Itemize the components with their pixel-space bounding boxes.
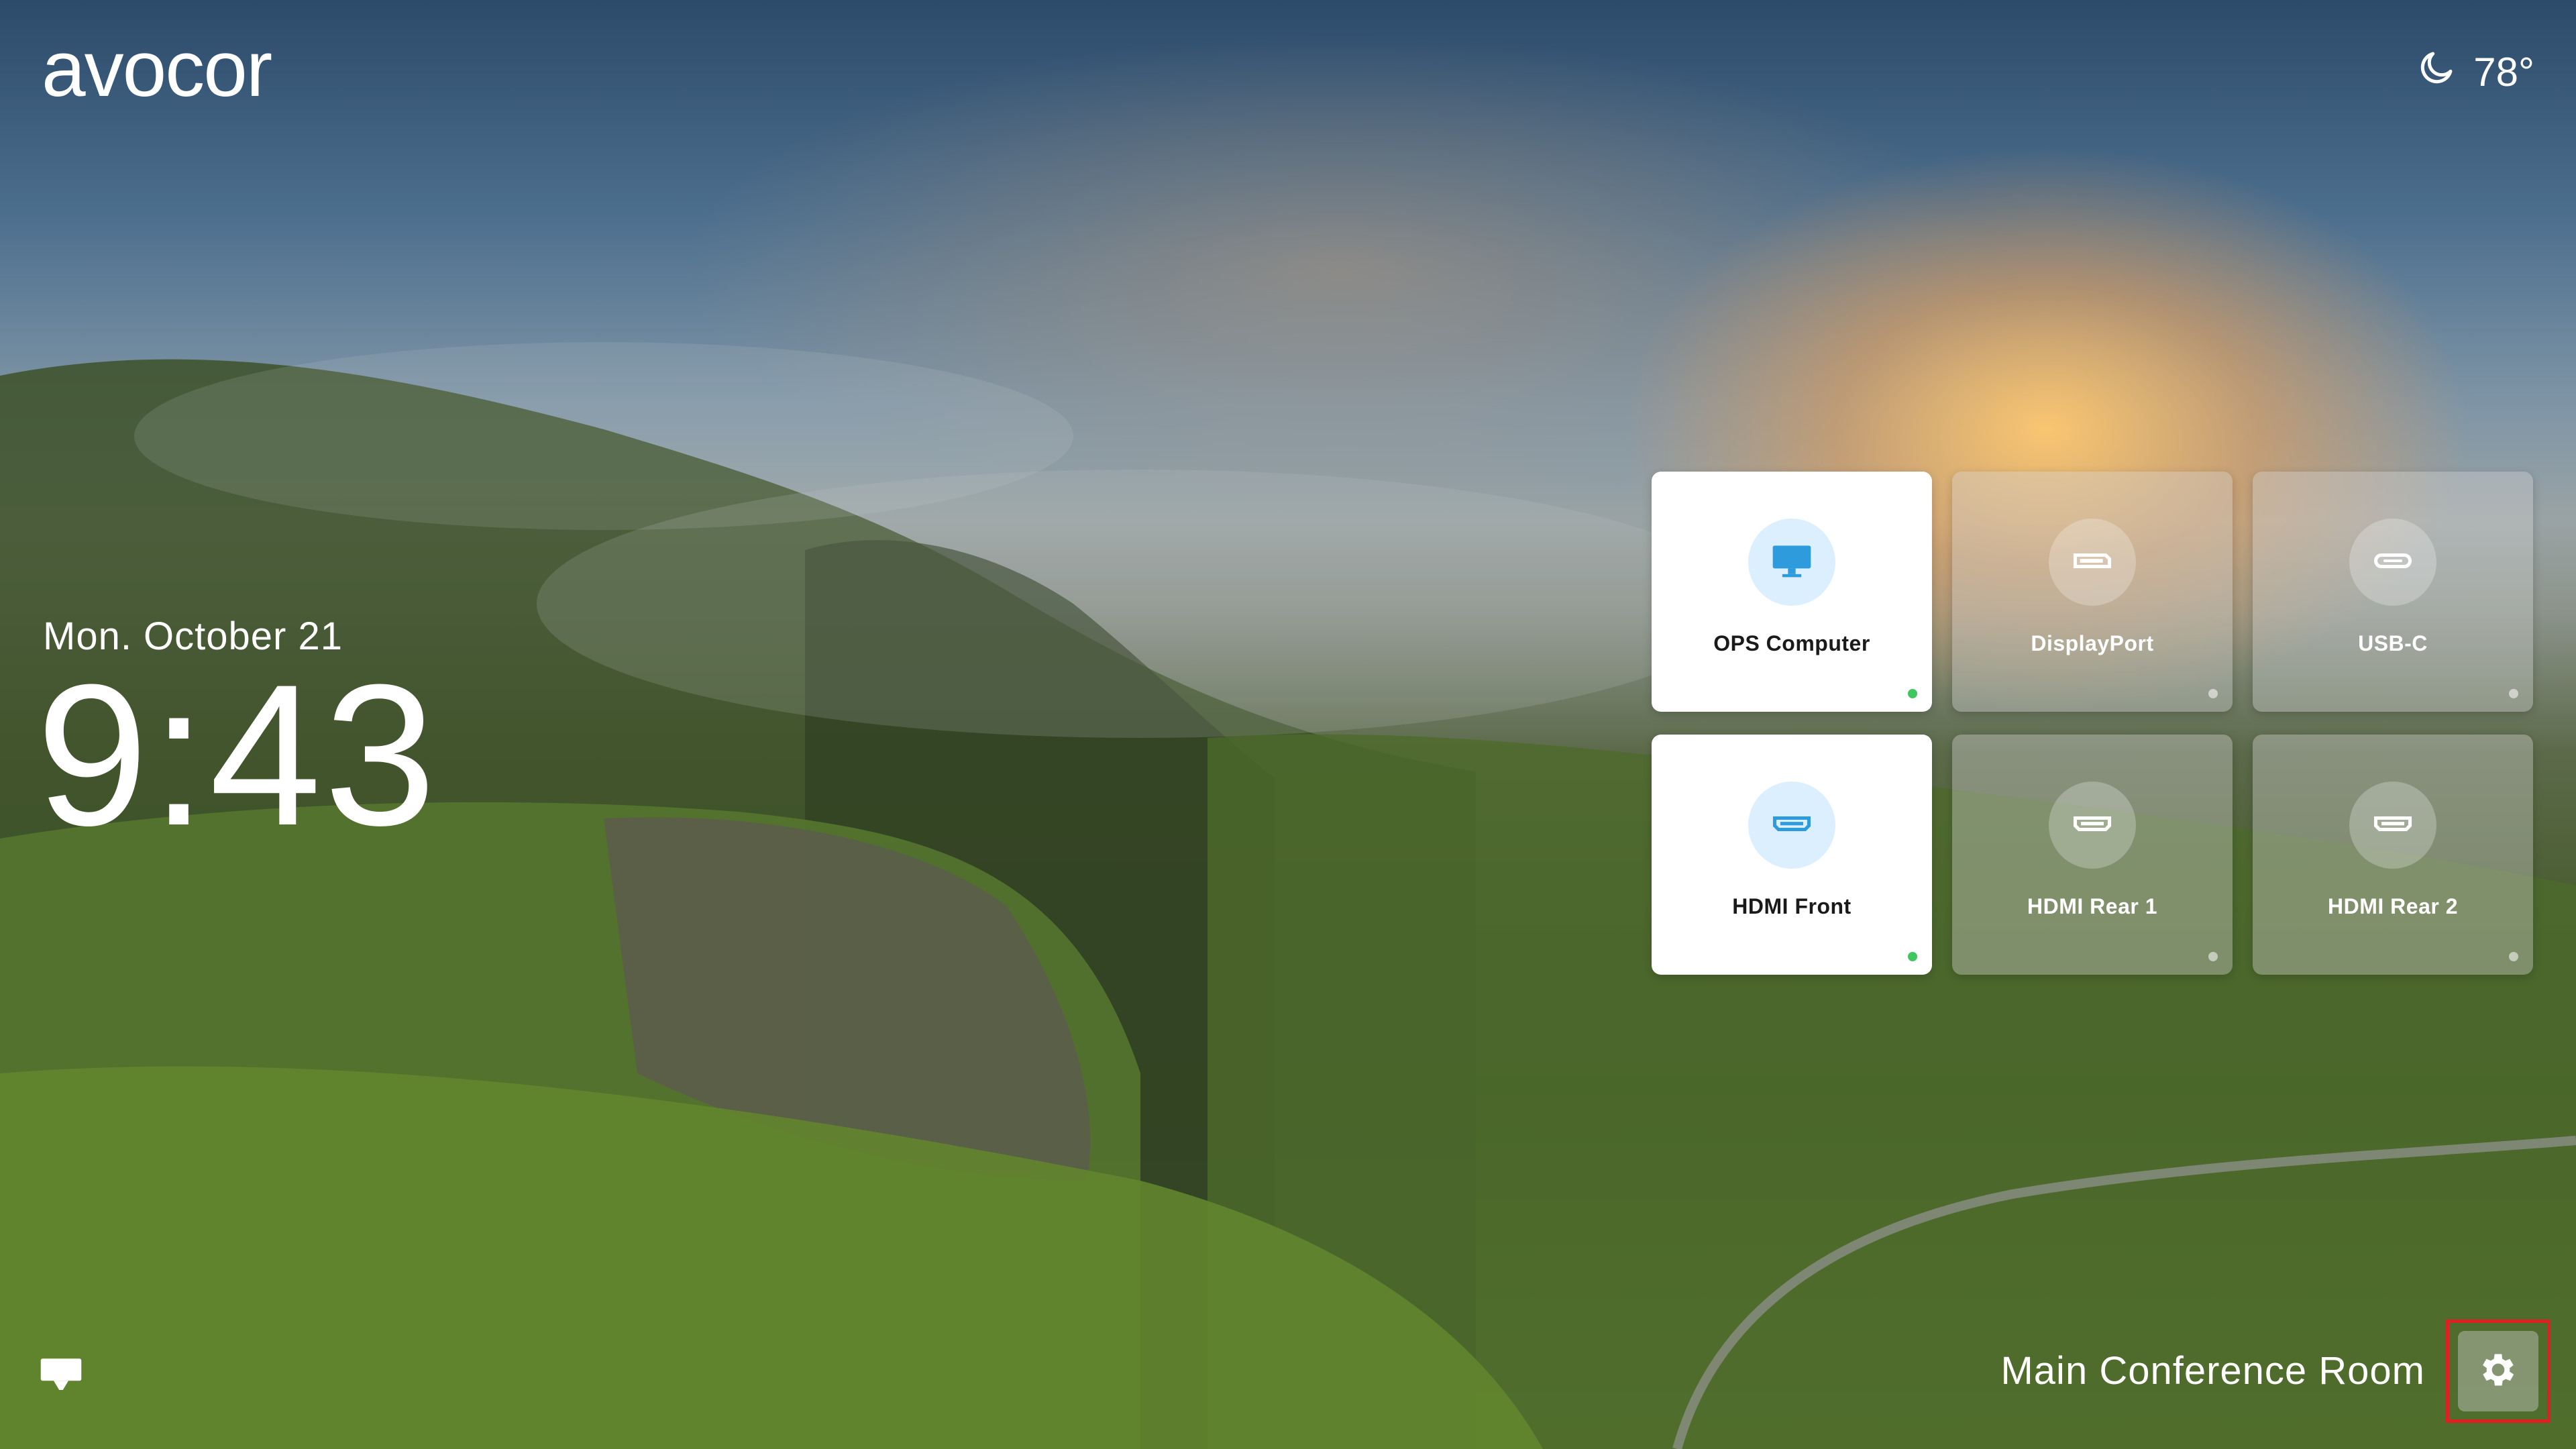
source-label: DisplayPort [2031, 631, 2154, 655]
icon-circle [2349, 782, 2436, 869]
room-name: Main Conference Room [2000, 1349, 2425, 1393]
home-screen: avocor 78° Mon. October 21 9:43 OPS Comp… [0, 0, 2576, 1449]
source-label: HDMI Front [1732, 894, 1851, 918]
hdmi-icon [1769, 801, 1815, 850]
source-tile-displayport[interactable]: DisplayPort [1952, 472, 2233, 712]
source-tile-hdmi-rear-2[interactable]: HDMI Rear 2 [2253, 735, 2533, 975]
weather-widget: 78° [2417, 47, 2534, 97]
active-indicator [1908, 952, 1917, 961]
icon-circle [2349, 519, 2436, 606]
source-label: HDMI Rear 2 [2328, 894, 2458, 918]
status-indicator [2509, 952, 2518, 961]
icon-circle [2049, 782, 2136, 869]
displayport-icon [2070, 538, 2115, 587]
source-label: HDMI Rear 1 [2027, 894, 2157, 918]
gear-icon [2477, 1348, 2520, 1395]
icon-circle [1748, 782, 1835, 869]
icon-circle [2049, 519, 2136, 606]
usb-c-icon [2370, 538, 2416, 587]
active-indicator [1908, 689, 1917, 698]
source-tile-usb-c[interactable]: USB-C [2253, 472, 2533, 712]
source-tile-ops-computer[interactable]: OPS Computer [1652, 472, 1932, 712]
avocor-logo: avocor [42, 32, 273, 106]
source-label: USB-C [2358, 631, 2428, 655]
source-tile-hdmi-rear-1[interactable]: HDMI Rear 1 [1952, 735, 2233, 975]
hdmi-icon [2370, 801, 2416, 850]
display-button[interactable] [39, 1356, 83, 1394]
display-icon [39, 1358, 83, 1397]
current-time: 9:43 [36, 642, 439, 867]
icon-circle [1748, 519, 1835, 606]
status-indicator [2509, 689, 2518, 698]
settings-button-background [2458, 1331, 2538, 1411]
status-indicator [2208, 689, 2218, 698]
settings-button[interactable] [2446, 1320, 2551, 1423]
temperature: 78° [2473, 49, 2534, 95]
moon-icon [2417, 47, 2457, 97]
source-label: OPS Computer [1713, 631, 1870, 655]
monitor-icon [1769, 538, 1815, 587]
hdmi-icon [2070, 801, 2115, 850]
status-indicator [2208, 952, 2218, 961]
source-tile-hdmi-front[interactable]: HDMI Front [1652, 735, 1932, 975]
source-grid: OPS Computer DisplayPort USB-C HDMI Fron… [1652, 472, 2533, 975]
svg-text:avocor: avocor [42, 32, 272, 106]
